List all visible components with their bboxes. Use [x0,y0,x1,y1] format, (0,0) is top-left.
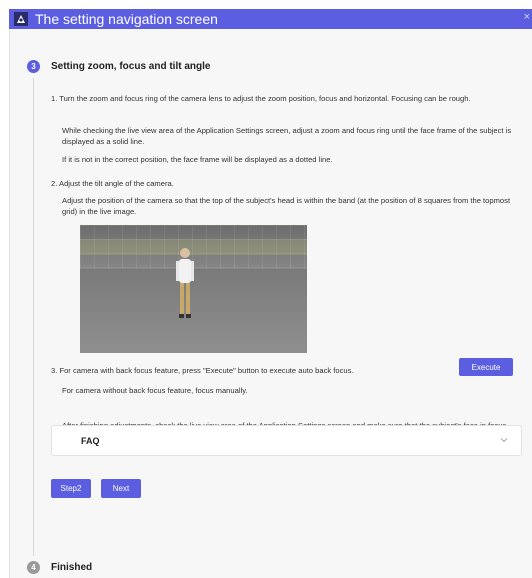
step-4-header: 4 Finished [27,561,92,574]
window-title: The setting navigation screen [35,11,218,27]
step-item-1-detail: While checking the live view area of the… [62,126,512,146]
navigation-content: 3 Setting zoom, focus and tilt angle 1. … [9,29,532,578]
step-4-number: 4 [27,561,40,574]
step-timeline [33,78,34,556]
step-item-3-detail: For camera without back focus feature, f… [62,386,248,395]
step-item-2: 2. Adjust the tilt angle of the camera. [51,179,174,188]
step-3-number: 3 [27,60,40,73]
title-bar: The setting navigation screen × [9,9,532,29]
live-view-image [80,225,307,353]
step-4-title: Finished [51,562,93,573]
faq-accordion[interactable]: FAQ [51,425,522,456]
step-item-1-note: If it is not in the correct position, th… [62,155,333,164]
chevron-down-icon[interactable] [499,435,509,445]
step-3-header: 3 Setting zoom, focus and tilt angle [27,60,210,73]
execute-button[interactable]: Execute [459,358,513,376]
step-3-title: Setting zoom, focus and tilt angle [51,61,211,72]
close-icon[interactable]: × [524,11,530,23]
step-item-1: 1. Turn the zoom and focus ring of the c… [51,94,471,103]
faq-label: FAQ [81,435,100,446]
step-item-3: 3. For camera with back focus feature, p… [51,366,354,375]
settings-app-icon [13,11,29,27]
step-item-2-detail: Adjust the position of the camera so tha… [62,196,511,216]
next-button[interactable]: Next [101,479,141,498]
subject-figure [176,248,194,318]
step2-button[interactable]: Step2 [51,479,91,498]
